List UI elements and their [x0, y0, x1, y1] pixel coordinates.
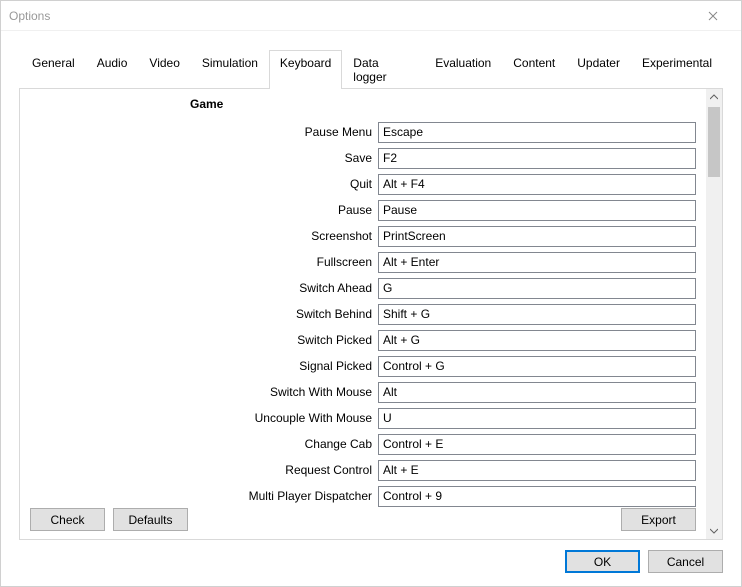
tab-strip: General Audio Video Simulation Keyboard … [21, 49, 723, 88]
label-switch-behind: Switch Behind [30, 307, 378, 321]
row-pause: Pause [30, 197, 696, 223]
row-screenshot: Screenshot [30, 223, 696, 249]
row-mp-dispatcher: Multi Player Dispatcher [30, 483, 696, 509]
scroll-thumb[interactable] [708, 107, 720, 177]
panel-button-bar: Check Defaults Export [30, 508, 696, 531]
tab-keyboard[interactable]: Keyboard [269, 50, 342, 89]
label-switch-ahead: Switch Ahead [30, 281, 378, 295]
label-switch-with-mouse: Switch With Mouse [30, 385, 378, 399]
check-button[interactable]: Check [30, 508, 105, 531]
row-fullscreen: Fullscreen [30, 249, 696, 275]
window-title: Options [9, 9, 693, 23]
row-pause-menu: Pause Menu [30, 119, 696, 145]
label-pause: Pause [30, 203, 378, 217]
tab-panel-keyboard: Game Pause Menu Save Quit Pause Screensh… [19, 88, 723, 540]
defaults-button[interactable]: Defaults [113, 508, 188, 531]
label-switch-picked: Switch Picked [30, 333, 378, 347]
row-uncouple-with-mouse: Uncouple With Mouse [30, 405, 696, 431]
tab-updater[interactable]: Updater [566, 50, 631, 89]
row-switch-picked: Switch Picked [30, 327, 696, 353]
row-signal-picked: Signal Picked [30, 353, 696, 379]
label-save: Save [30, 151, 378, 165]
input-switch-behind[interactable] [378, 304, 696, 325]
label-mp-dispatcher: Multi Player Dispatcher [30, 489, 378, 503]
tab-video[interactable]: Video [138, 50, 190, 89]
input-switch-with-mouse[interactable] [378, 382, 696, 403]
label-change-cab: Change Cab [30, 437, 378, 451]
input-fullscreen[interactable] [378, 252, 696, 273]
scroll-up-icon[interactable] [706, 89, 722, 105]
label-uncouple-with-mouse: Uncouple With Mouse [30, 411, 378, 425]
label-screenshot: Screenshot [30, 229, 378, 243]
keyboard-scroll-content: Game Pause Menu Save Quit Pause Screensh… [20, 89, 706, 539]
export-button[interactable]: Export [621, 508, 696, 531]
row-quit: Quit [30, 171, 696, 197]
label-signal-picked: Signal Picked [30, 359, 378, 373]
input-uncouple-with-mouse[interactable] [378, 408, 696, 429]
ok-button[interactable]: OK [565, 550, 640, 573]
input-mp-dispatcher[interactable] [378, 486, 696, 507]
tab-general[interactable]: General [21, 50, 86, 89]
tab-content[interactable]: Content [502, 50, 566, 89]
tab-simulation[interactable]: Simulation [191, 50, 269, 89]
input-switch-picked[interactable] [378, 330, 696, 351]
dialog-button-bar: OK Cancel [19, 540, 723, 573]
section-game-title: Game [190, 97, 696, 111]
tab-data-logger[interactable]: Data logger [342, 50, 424, 89]
input-change-cab[interactable] [378, 434, 696, 455]
titlebar: Options [1, 1, 741, 31]
input-switch-ahead[interactable] [378, 278, 696, 299]
row-change-cab: Change Cab [30, 431, 696, 457]
spacer [196, 508, 613, 531]
input-save[interactable] [378, 148, 696, 169]
row-save: Save [30, 145, 696, 171]
scroll-down-icon[interactable] [706, 523, 722, 539]
tab-audio[interactable]: Audio [86, 50, 139, 89]
input-signal-picked[interactable] [378, 356, 696, 377]
tab-evaluation[interactable]: Evaluation [424, 50, 502, 89]
cancel-button[interactable]: Cancel [648, 550, 723, 573]
label-quit: Quit [30, 177, 378, 191]
label-request-control: Request Control [30, 463, 378, 477]
row-request-control: Request Control [30, 457, 696, 483]
vertical-scrollbar[interactable] [706, 89, 722, 539]
label-pause-menu: Pause Menu [30, 125, 378, 139]
client-area: General Audio Video Simulation Keyboard … [1, 31, 741, 583]
input-request-control[interactable] [378, 460, 696, 481]
input-pause[interactable] [378, 200, 696, 221]
tab-experimental[interactable]: Experimental [631, 50, 723, 89]
row-switch-ahead: Switch Ahead [30, 275, 696, 301]
row-switch-with-mouse: Switch With Mouse [30, 379, 696, 405]
input-screenshot[interactable] [378, 226, 696, 247]
close-icon[interactable] [693, 2, 733, 30]
label-fullscreen: Fullscreen [30, 255, 378, 269]
row-switch-behind: Switch Behind [30, 301, 696, 327]
input-pause-menu[interactable] [378, 122, 696, 143]
input-quit[interactable] [378, 174, 696, 195]
